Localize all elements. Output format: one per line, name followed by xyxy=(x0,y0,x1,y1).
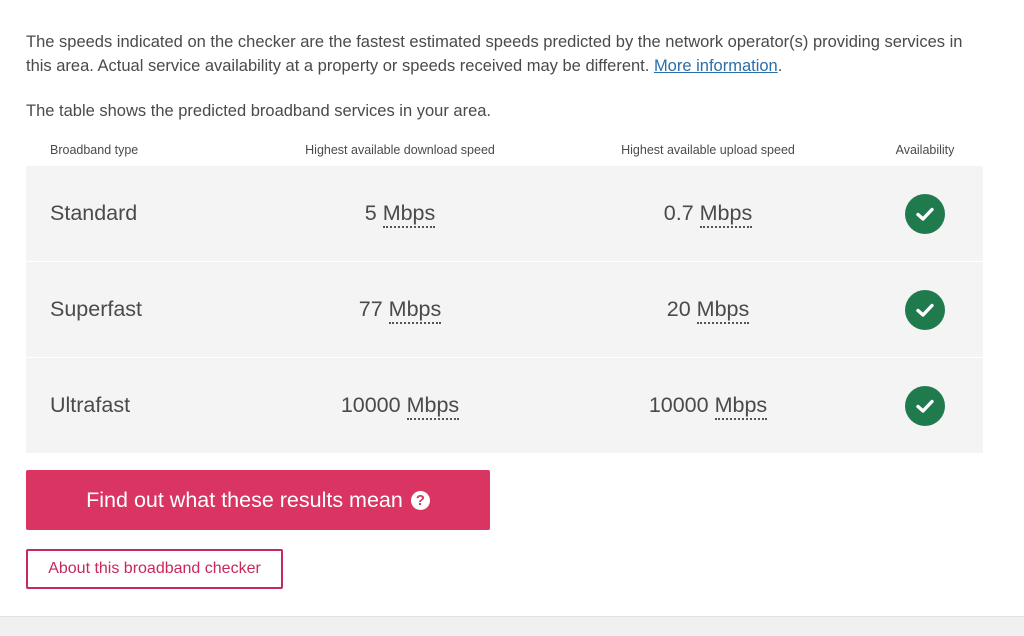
broadband-type: Standard xyxy=(50,201,138,225)
upload-value: 10000 xyxy=(648,393,709,417)
upload-unit[interactable]: Mbps xyxy=(714,393,768,420)
speeds-disclaimer: The speeds indicated on the checker are … xyxy=(26,30,986,78)
download-speed: 5 Mbps xyxy=(251,201,549,228)
availability xyxy=(867,289,983,330)
broadband-type: Ultrafast xyxy=(50,393,131,417)
find-out-results-label: Find out what these results mean xyxy=(86,487,403,512)
upload-value: 20 xyxy=(666,297,691,321)
find-out-results-button[interactable]: Find out what these results mean ? xyxy=(26,470,490,530)
header-download-speed: Highest available download speed xyxy=(305,143,495,157)
upload-unit[interactable]: Mbps xyxy=(696,297,750,324)
question-circle-icon: ? xyxy=(410,490,430,510)
header-upload-speed: Highest available upload speed xyxy=(621,143,795,157)
header-availability: Availability xyxy=(895,143,955,157)
broadband-results-table: Broadband type Highest available downloa… xyxy=(26,134,983,454)
disclaimer-text: The speeds indicated on the checker are … xyxy=(26,33,963,75)
footer-divider xyxy=(0,616,1024,636)
download-value: 77 xyxy=(358,297,383,321)
table-row: Superfast 77 Mbps 20 Mbps xyxy=(26,262,983,358)
download-value: 10000 xyxy=(340,393,401,417)
table-intro: The table shows the predicted broadband … xyxy=(26,102,492,120)
download-speed: 10000 Mbps xyxy=(251,393,549,420)
upload-speed: 0.7 Mbps xyxy=(549,201,867,228)
check-circle-icon xyxy=(905,193,945,234)
header-broadband-type: Broadband type xyxy=(50,143,139,157)
download-unit[interactable]: Mbps xyxy=(388,297,442,324)
check-circle-icon xyxy=(905,385,945,426)
availability xyxy=(867,385,983,426)
download-unit[interactable]: Mbps xyxy=(382,201,436,228)
table-row: Standard 5 Mbps 0.7 Mbps xyxy=(26,166,983,262)
broadband-type: Superfast xyxy=(50,297,143,321)
download-speed: 77 Mbps xyxy=(251,297,549,324)
download-unit[interactable]: Mbps xyxy=(406,393,460,420)
upload-speed: 20 Mbps xyxy=(549,297,867,324)
upload-unit[interactable]: Mbps xyxy=(699,201,753,228)
check-circle-icon xyxy=(905,289,945,330)
upload-value: 0.7 xyxy=(663,201,694,225)
table-header: Broadband type Highest available downloa… xyxy=(26,134,983,166)
more-information-link[interactable]: More information xyxy=(654,57,778,75)
broadband-checker-results: The speeds indicated on the checker are … xyxy=(0,0,1024,636)
upload-speed: 10000 Mbps xyxy=(549,393,867,420)
availability xyxy=(867,193,983,234)
table-row: Ultrafast 10000 Mbps 10000 Mbps xyxy=(26,358,983,454)
download-value: 5 xyxy=(364,201,377,225)
about-checker-button[interactable]: About this broadband checker xyxy=(26,549,283,589)
disclaimer-suffix: . xyxy=(777,57,783,75)
